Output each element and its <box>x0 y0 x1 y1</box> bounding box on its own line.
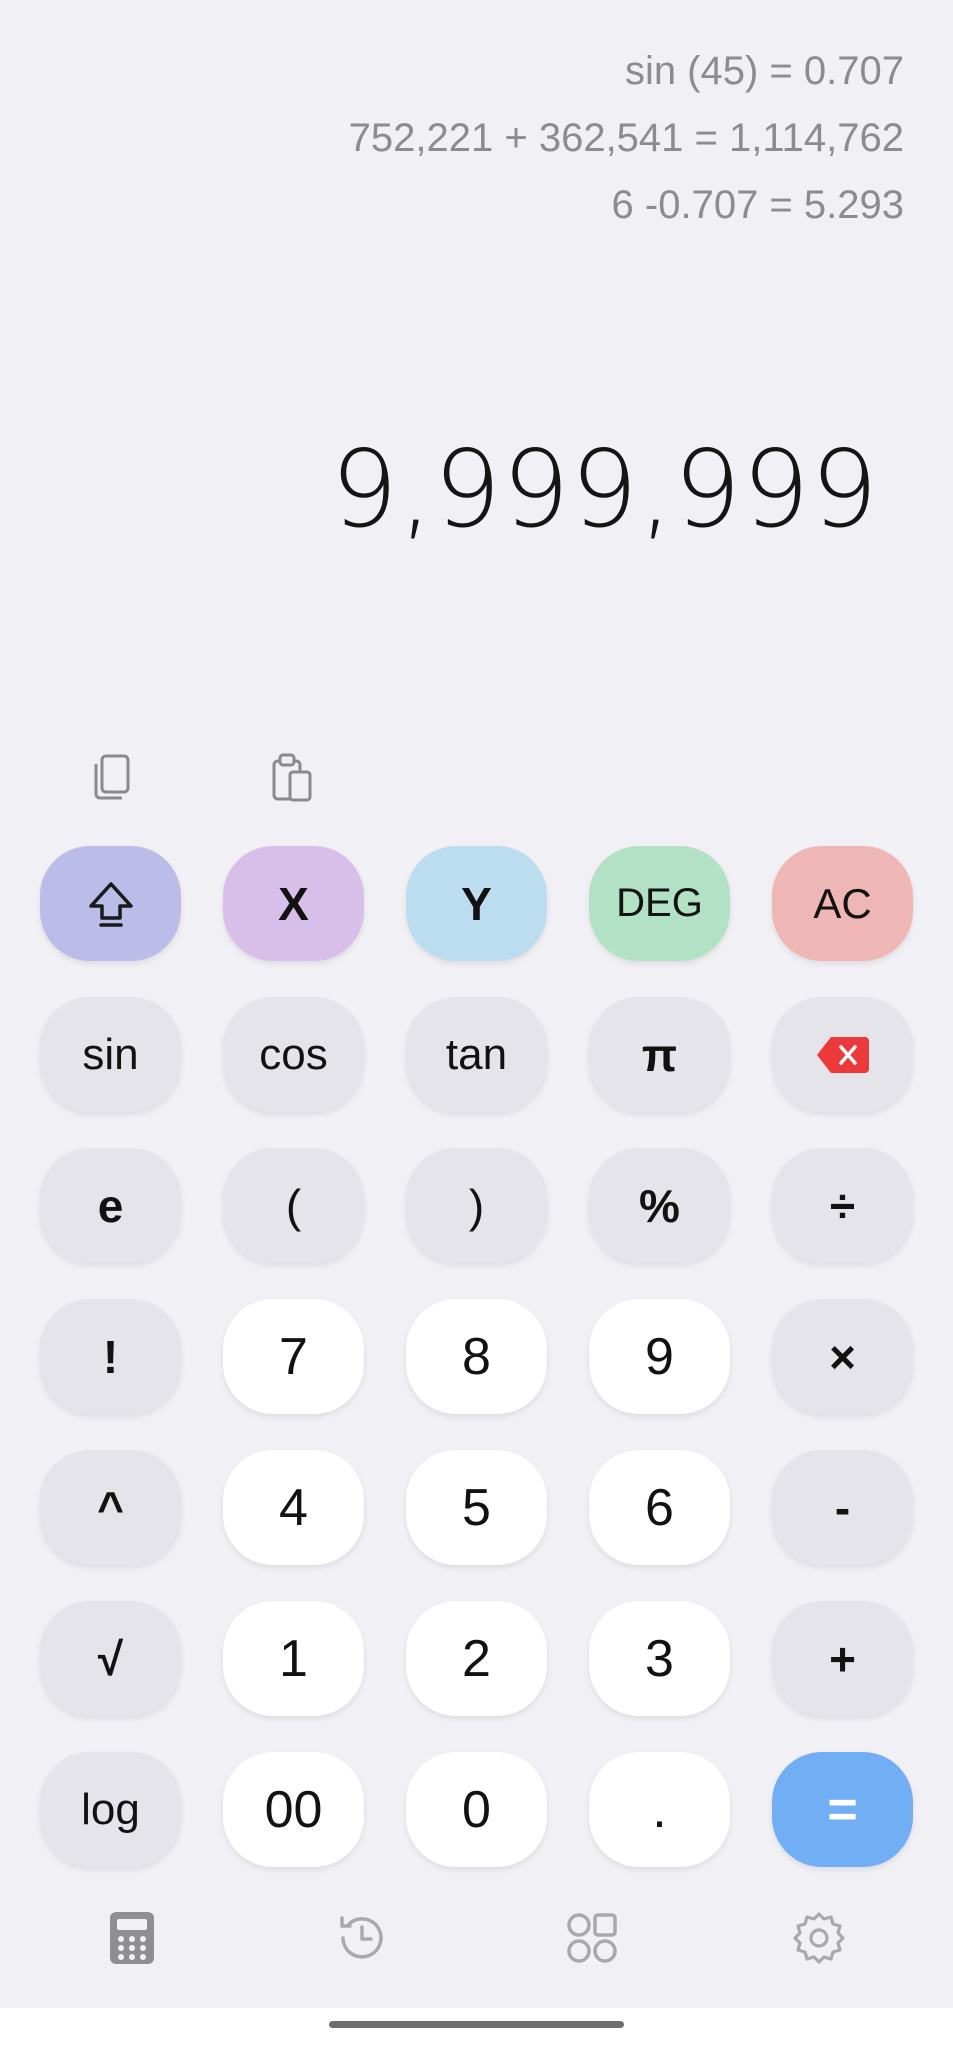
digit-1-button[interactable]: 1 <box>223 1601 364 1716</box>
history-entry[interactable]: sin (45) = 0.707 <box>349 38 904 105</box>
system-navigation-bar <box>0 2008 953 2048</box>
x-variable-button[interactable]: X <box>223 846 364 961</box>
shift-arrow-icon <box>88 881 133 927</box>
all-clear-button[interactable]: AC <box>772 846 913 961</box>
tan-button[interactable]: tan <box>406 997 547 1112</box>
paste-icon <box>272 753 312 802</box>
digit-4-button[interactable]: 4 <box>223 1450 364 1565</box>
multiply-button[interactable]: × <box>772 1299 913 1414</box>
decimal-point-button[interactable]: . <box>589 1752 730 1867</box>
y-variable-button[interactable]: Y <box>406 846 547 961</box>
factorial-button[interactable]: ! <box>40 1299 181 1414</box>
backspace-icon <box>816 1036 869 1073</box>
open-paren-button[interactable]: ( <box>223 1148 364 1263</box>
digit-0-button[interactable]: 0 <box>406 1752 547 1867</box>
power-button[interactable]: ^ <box>40 1450 181 1565</box>
digit-2-button[interactable]: 2 <box>406 1601 547 1716</box>
history-icon <box>340 1916 383 1959</box>
equals-button[interactable]: = <box>772 1752 913 1867</box>
add-button[interactable]: + <box>772 1601 913 1716</box>
sqrt-button[interactable]: √ <box>40 1601 181 1716</box>
paste-button[interactable] <box>270 752 316 804</box>
nav-history[interactable] <box>330 1906 394 1970</box>
bottom-navigation <box>0 1880 953 1996</box>
digit-8-button[interactable]: 8 <box>406 1299 547 1414</box>
keypad: X Y DEG AC sin cos tan π e ( ) % ÷ ! 7 8… <box>40 846 913 1867</box>
log-button[interactable]: log <box>40 1752 181 1867</box>
nav-tools[interactable] <box>560 1906 624 1970</box>
backspace-button[interactable] <box>772 997 913 1112</box>
nav-calculator[interactable] <box>100 1906 164 1970</box>
history-entry[interactable]: 752,221 + 362,541 = 1,114,762 <box>349 105 904 172</box>
shapes-icon <box>567 1913 617 1963</box>
calculator-icon <box>110 1912 154 1964</box>
digit-6-button[interactable]: 6 <box>589 1450 730 1565</box>
divide-button[interactable]: ÷ <box>772 1148 913 1263</box>
digit-9-button[interactable]: 9 <box>589 1299 730 1414</box>
percent-button[interactable]: % <box>589 1148 730 1263</box>
settings-icon <box>793 1912 845 1964</box>
digit-7-button[interactable]: 7 <box>223 1299 364 1414</box>
close-paren-button[interactable]: ) <box>406 1148 547 1263</box>
cos-button[interactable]: cos <box>223 997 364 1112</box>
nav-settings[interactable] <box>787 1906 851 1970</box>
history-entry[interactable]: 6 -0.707 = 5.293 <box>349 172 904 239</box>
deg-mode-button[interactable]: DEG <box>589 846 730 961</box>
digit-5-button[interactable]: 5 <box>406 1450 547 1565</box>
digit-3-button[interactable]: 3 <box>589 1601 730 1716</box>
euler-button[interactable]: e <box>40 1148 181 1263</box>
double-zero-button[interactable]: 00 <box>223 1752 364 1867</box>
history-panel: sin (45) = 0.707 752,221 + 362,541 = 1,1… <box>349 38 904 239</box>
sin-button[interactable]: sin <box>40 997 181 1112</box>
copy-icon <box>94 754 130 800</box>
result-display: 9,999,999 <box>330 428 879 551</box>
subtract-button[interactable]: - <box>772 1450 913 1565</box>
shift-button[interactable] <box>40 846 181 961</box>
home-indicator[interactable] <box>329 2021 624 2028</box>
pi-button[interactable]: π <box>589 997 730 1112</box>
copy-button[interactable] <box>88 752 134 804</box>
